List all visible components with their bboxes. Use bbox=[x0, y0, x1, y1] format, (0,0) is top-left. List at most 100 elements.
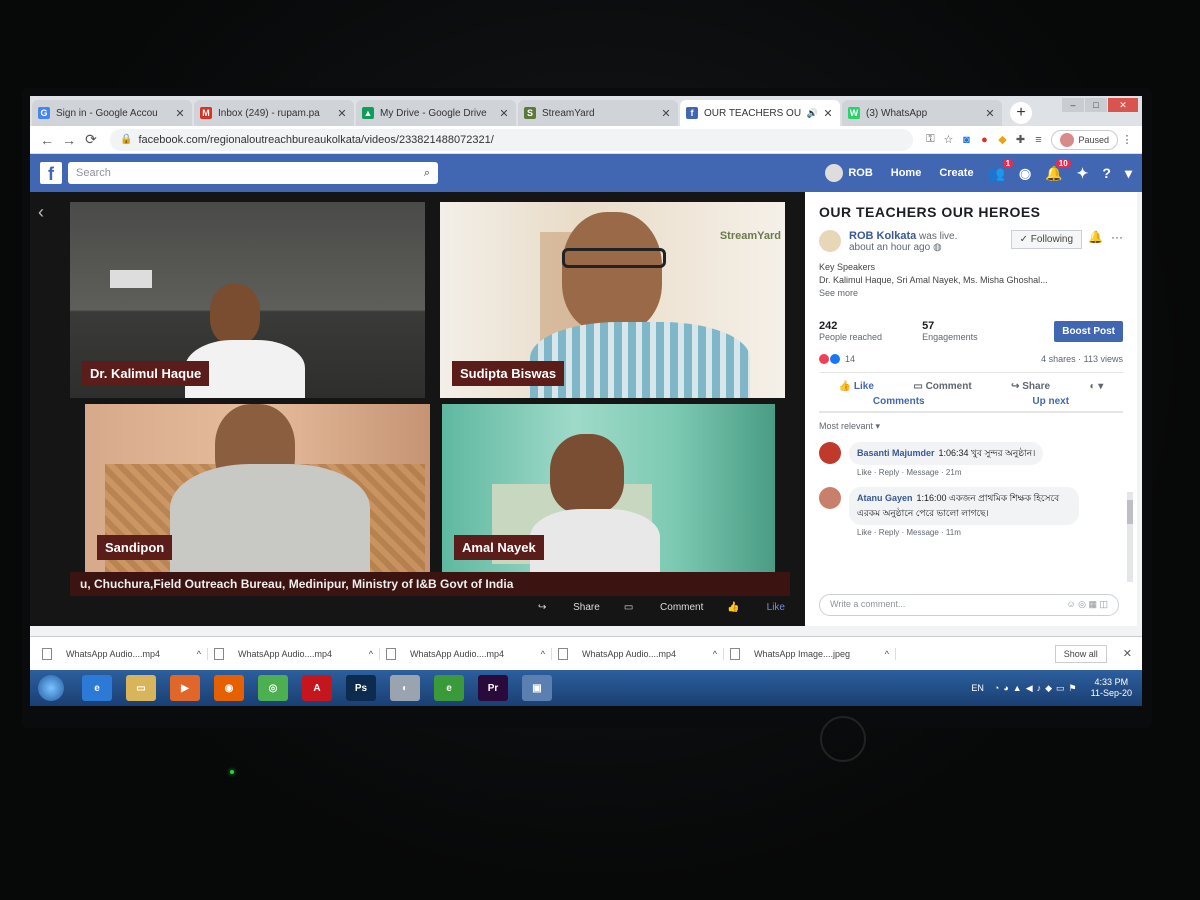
reload-icon[interactable]: ⟳ bbox=[80, 131, 102, 148]
video-player[interactable]: ‹ Dr. Kalimul Haque StreamYard Sudipta B… bbox=[30, 192, 805, 626]
reaction-count[interactable]: 14 bbox=[845, 354, 855, 364]
chevron-left-icon[interactable]: ‹ bbox=[38, 202, 44, 223]
photoshop-icon[interactable]: Ps bbox=[346, 675, 376, 701]
download-item[interactable]: WhatsApp Audio....mp4 ^ bbox=[36, 647, 208, 660]
premiere-icon[interactable]: Pr bbox=[478, 675, 508, 701]
start-button[interactable] bbox=[38, 675, 64, 701]
browser-tab[interactable]: W (3) WhatsApp ✕ bbox=[842, 100, 1002, 126]
profile-button[interactable]: Paused bbox=[1051, 129, 1118, 150]
reading-list-icon[interactable]: ≡ bbox=[1029, 134, 1047, 146]
scrollbar-thumb[interactable] bbox=[1127, 500, 1133, 524]
extension-record-icon[interactable]: ● bbox=[975, 134, 993, 146]
search-icon[interactable]: ⌕ bbox=[424, 167, 430, 180]
media-player-icon[interactable]: ▶ bbox=[170, 675, 200, 701]
tab-up-next[interactable]: Up next bbox=[1032, 396, 1069, 407]
firefox-icon[interactable]: ◉ bbox=[214, 675, 244, 701]
back-icon[interactable]: ← bbox=[36, 132, 58, 148]
sort-dropdown[interactable]: Most relevant ▾ bbox=[819, 421, 1123, 432]
browser-tab[interactable]: G Sign in - Google Accou ✕ bbox=[32, 100, 192, 126]
close-tab-icon[interactable]: ✕ bbox=[174, 107, 186, 120]
avatar[interactable] bbox=[819, 442, 841, 464]
chevron-up-icon[interactable]: ^ bbox=[369, 649, 373, 659]
new-tab-button[interactable]: + bbox=[1010, 102, 1032, 124]
post-comment-button[interactable]: ▭ Comment bbox=[913, 381, 971, 392]
download-item[interactable]: WhatsApp Audio....mp4 ^ bbox=[380, 647, 552, 660]
chrome-icon[interactable]: ◎ bbox=[258, 675, 288, 701]
comment-author[interactable]: Atanu Gayen bbox=[857, 493, 913, 503]
menu-dots-icon[interactable]: ⋮ bbox=[1118, 133, 1136, 146]
close-tab-icon[interactable]: ✕ bbox=[822, 107, 834, 120]
maximize-button[interactable]: □ bbox=[1085, 98, 1107, 112]
facebook-logo-icon[interactable]: f bbox=[40, 162, 62, 184]
extension-search-icon[interactable]: ◙ bbox=[957, 134, 975, 146]
post-like-button[interactable]: 👍 Like bbox=[839, 381, 874, 392]
star-icon[interactable]: ☆ bbox=[939, 133, 957, 146]
close-tab-icon[interactable]: ✕ bbox=[660, 107, 672, 120]
audience-selector[interactable]: ◐ ▾ bbox=[1089, 381, 1103, 392]
download-item[interactable]: WhatsApp Audio....mp4 ^ bbox=[208, 647, 380, 660]
close-tab-icon[interactable]: ✕ bbox=[498, 107, 510, 120]
friends-icon[interactable]: 👥 1 bbox=[988, 158, 1014, 182]
like-button[interactable]: 👍 Like bbox=[727, 602, 785, 613]
chevron-up-icon[interactable]: ^ bbox=[197, 649, 201, 659]
see-more-link[interactable]: See more bbox=[819, 287, 1123, 300]
profile-link[interactable]: ROB bbox=[825, 164, 873, 182]
account-menu-icon[interactable]: ▾ bbox=[1125, 165, 1132, 182]
boost-post-button[interactable]: Boost Post bbox=[1054, 321, 1123, 342]
chevron-up-icon[interactable]: ^ bbox=[541, 649, 545, 659]
download-item[interactable]: WhatsApp Image....jpeg ^ bbox=[724, 647, 896, 660]
media-center-icon[interactable]: ▣ bbox=[522, 675, 552, 701]
comment-button[interactable]: ▭ Comment bbox=[624, 602, 704, 613]
notifications-icon[interactable]: 🔔 10 bbox=[1045, 158, 1071, 182]
extension-color-icon[interactable]: ◆ bbox=[993, 133, 1011, 146]
messenger-icon[interactable]: ◉ bbox=[1019, 165, 1031, 182]
comment-input[interactable]: Write a comment... ☺ ◎ ▦ ◫ bbox=[819, 594, 1119, 616]
comment-author[interactable]: Basanti Majumder bbox=[857, 448, 935, 458]
tray-icons[interactable]: ◔◕▲◀♪◆▭⚑ bbox=[994, 683, 1081, 694]
post-share-button[interactable]: ↪ Share bbox=[1011, 381, 1050, 392]
clock[interactable]: 4:33 PM 11-Sep-20 bbox=[1091, 677, 1132, 699]
address-bar[interactable]: 🔒 facebook.com/regionaloutreachbureaukol… bbox=[110, 128, 914, 151]
close-icon[interactable]: ✕ bbox=[1123, 647, 1132, 660]
shares-views[interactable]: 4 shares · 113 views bbox=[1041, 354, 1123, 364]
page-avatar[interactable] bbox=[819, 230, 841, 252]
following-button[interactable]: ✓ Following bbox=[1010, 230, 1083, 249]
browser-tab[interactable]: S StreamYard ✕ bbox=[518, 100, 678, 126]
comment-meta[interactable]: Like · Reply · Message · 21m bbox=[857, 468, 1043, 477]
avatar[interactable] bbox=[819, 487, 841, 509]
ie-green-icon[interactable]: e bbox=[434, 675, 464, 701]
more-options-icon[interactable]: ··· bbox=[1111, 230, 1123, 244]
speaker-icon[interactable]: 🔊 bbox=[807, 108, 818, 119]
browser-tab[interactable]: f OUR TEACHERS OU 🔊 ✕ bbox=[680, 100, 840, 126]
close-window-button[interactable]: ✕ bbox=[1108, 98, 1138, 112]
explorer-icon[interactable]: ▭ bbox=[126, 675, 156, 701]
emoji-icons[interactable]: ☺ ◎ ▦ ◫ bbox=[1066, 599, 1108, 611]
tab-comments[interactable]: Comments bbox=[873, 396, 925, 407]
chevron-up-icon[interactable]: ^ bbox=[885, 649, 889, 659]
download-item[interactable]: WhatsApp Audio....mp4 ^ bbox=[552, 647, 724, 660]
key-icon[interactable]: ⚿ bbox=[921, 133, 939, 146]
bell-icon[interactable]: 🔔 bbox=[1088, 230, 1103, 244]
forward-icon[interactable]: → bbox=[58, 132, 80, 148]
post-time[interactable]: about an hour ago bbox=[849, 242, 930, 253]
ie-icon[interactable]: e bbox=[82, 675, 112, 701]
share-button[interactable]: ↪ Share bbox=[538, 602, 600, 613]
puzzle-icon[interactable]: ✚ bbox=[1011, 133, 1029, 146]
acrobat-icon[interactable]: A bbox=[302, 675, 332, 701]
close-tab-icon[interactable]: ✕ bbox=[336, 107, 348, 120]
home-link[interactable]: Home bbox=[891, 167, 922, 179]
chevron-up-icon[interactable]: ^ bbox=[713, 649, 717, 659]
community-icon[interactable]: ✦ bbox=[1077, 165, 1089, 182]
minimize-button[interactable]: – bbox=[1062, 98, 1084, 112]
search-input[interactable]: Search ⌕ bbox=[68, 162, 438, 184]
comment-meta[interactable]: Like · Reply · Message · 11m bbox=[857, 528, 1079, 537]
browser-tab[interactable]: M Inbox (249) - rupam.pa ✕ bbox=[194, 100, 354, 126]
create-link[interactable]: Create bbox=[939, 167, 973, 179]
show-all-button[interactable]: Show all bbox=[1054, 644, 1107, 663]
close-tab-icon[interactable]: ✕ bbox=[984, 107, 996, 120]
comments-scrollbar[interactable] bbox=[1127, 492, 1133, 582]
mouse-app-icon[interactable]: ◐ bbox=[390, 675, 420, 701]
language-indicator[interactable]: EN bbox=[971, 683, 984, 693]
page-name[interactable]: ROB Kolkata bbox=[849, 230, 916, 242]
browser-tab[interactable]: ▲ My Drive - Google Drive ✕ bbox=[356, 100, 516, 126]
